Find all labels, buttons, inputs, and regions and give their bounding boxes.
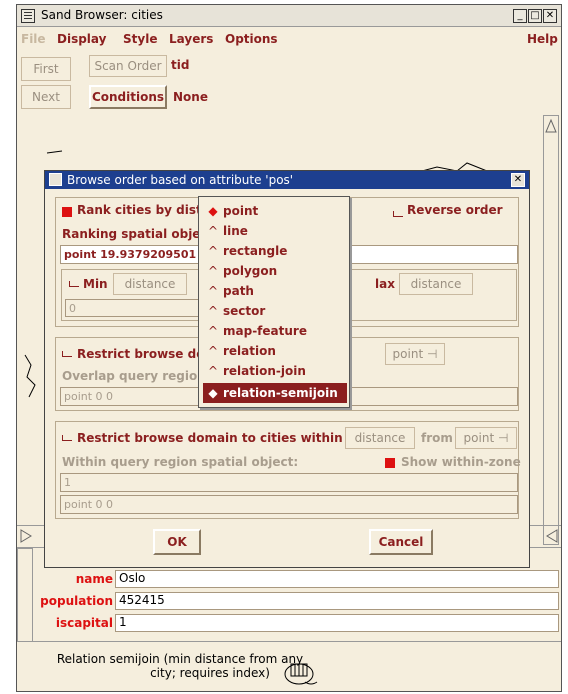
popup-item-label: map-feature [223, 324, 307, 338]
map-vertical-scrollbar[interactable] [543, 115, 559, 545]
unselected-marker-icon: ^ [207, 264, 219, 278]
popup-item-map-feature[interactable]: ^ map-feature [203, 321, 347, 341]
restrict1-checkbox[interactable] [62, 351, 72, 357]
minimize-button[interactable]: _ [513, 9, 527, 23]
max-distance-button[interactable]: distance [399, 273, 473, 295]
popup-item-polygon[interactable]: ^ polygon [203, 261, 347, 281]
title-bar[interactable]: Sand Browser: cities _ □ ✕ [17, 5, 561, 27]
popup-item-line[interactable]: ^ line [203, 221, 347, 241]
popup-item-label: line [223, 224, 248, 238]
reverse-label: Reverse order [407, 203, 503, 217]
unselected-marker-icon: ^ [207, 344, 219, 358]
name-field[interactable]: Oslo [115, 570, 559, 588]
max-label: lax [375, 277, 395, 291]
ok-button[interactable]: OK [153, 529, 201, 555]
window-menu-icon[interactable] [21, 9, 35, 23]
menu-display[interactable]: Display [57, 32, 106, 46]
menu-bar: File Display Style Layers Options Help [17, 28, 561, 50]
from-label: from [421, 431, 453, 445]
min-distance-button[interactable]: distance [113, 273, 187, 295]
window-title: Sand Browser: cities [41, 8, 163, 22]
restrict2-label: Restrict browse domain to cities within [77, 431, 343, 445]
iscapital-field[interactable]: 1 [115, 614, 559, 632]
min-label: Min [83, 277, 108, 291]
unselected-marker-icon: ^ [207, 244, 219, 258]
unselected-marker-icon: ^ [207, 224, 219, 238]
within-label: Within query region spatial object: [62, 455, 299, 469]
reverse-checkbox[interactable] [393, 211, 403, 217]
close-button[interactable]: ✕ [543, 9, 557, 23]
popup-item-label: point [223, 204, 259, 218]
min-checkbox[interactable] [69, 281, 79, 287]
spatial-type-popup: ◆ point ^ line ^ rectangle ^ polygon ^ path ^… [198, 196, 350, 408]
restrict1-from-value: point [392, 347, 424, 361]
scan-order-button[interactable]: Scan Order [89, 55, 167, 77]
status-bar: Relation semijoin (min distance from any… [17, 641, 561, 693]
attribute-scrollbar[interactable] [17, 548, 33, 642]
restrict2-checkbox[interactable] [62, 435, 72, 441]
dialog-close-button[interactable]: ✕ [511, 173, 525, 187]
popup-item-relation[interactable]: ^ relation [203, 341, 347, 361]
unselected-marker-icon: ^ [207, 364, 219, 378]
popup-item-label: rectangle [223, 244, 288, 258]
popup-item-rectangle[interactable]: ^ rectangle [203, 241, 347, 261]
dropdown-arrow-icon: ⊣ [426, 347, 438, 361]
semijoin-relation-icon [284, 663, 318, 685]
show-within-label: Show within-zone [401, 455, 521, 469]
popup-item-label: polygon [223, 264, 278, 278]
name-label: name [75, 572, 113, 586]
popup-item-relation-join[interactable]: ^ relation-join [203, 361, 347, 381]
maximize-button[interactable]: □ [528, 9, 542, 23]
show-within-checkbox[interactable] [385, 458, 395, 468]
popup-item-sector[interactable]: ^ sector [203, 301, 347, 321]
iscapital-label: iscapital [55, 616, 113, 630]
dialog-title-bar[interactable]: Browse order based on attribute 'pos' ✕ [45, 171, 529, 189]
selected-diamond-icon: ◆ [208, 204, 218, 218]
menu-help[interactable]: Help [527, 32, 558, 46]
cancel-button[interactable]: Cancel [369, 529, 433, 555]
dropdown-arrow-icon: ⊣ [497, 431, 509, 445]
menu-options[interactable]: Options [225, 32, 278, 46]
first-button[interactable]: First [21, 57, 71, 81]
restrict2-distance-button[interactable]: distance [345, 427, 415, 449]
popup-item-label: relation-semijoin [223, 386, 338, 400]
ranking-object-label: Ranking spatial object: [62, 227, 219, 241]
within-object-input[interactable]: point 0 0 [60, 495, 518, 514]
popup-item-label: relation-join [223, 364, 306, 378]
population-label: population [40, 594, 113, 608]
within-value-input[interactable]: 1 [60, 473, 518, 492]
unselected-marker-icon: ^ [207, 284, 219, 298]
conditions-value: None [173, 90, 208, 104]
popup-item-label: sector [223, 304, 266, 318]
menu-layers[interactable]: Layers [169, 32, 213, 46]
scan-order-value: tid [171, 58, 190, 72]
unselected-marker-icon: ^ [207, 304, 219, 318]
next-button[interactable]: Next [21, 85, 71, 109]
menu-file[interactable]: File [21, 32, 46, 46]
popup-item-point[interactable]: ◆ point [203, 201, 347, 221]
restrict2-from-value: point [463, 431, 495, 445]
restrict2-from-dropdown[interactable]: point ⊣ [455, 427, 517, 449]
conditions-button[interactable]: Conditions [89, 85, 167, 109]
unselected-marker-icon: ^ [207, 324, 219, 338]
popup-item-label: relation [223, 344, 276, 358]
restrict1-from-dropdown[interactable]: point ⊣ [385, 343, 445, 365]
selected-diamond-icon: ◆ [208, 386, 218, 400]
popup-item-path[interactable]: ^ path [203, 281, 347, 301]
popup-item-relation-semijoin[interactable]: ◆ relation-semijoin [203, 383, 347, 403]
dialog-title: Browse order based on attribute 'pos' [67, 173, 294, 187]
popup-item-label: path [223, 284, 254, 298]
dialog-menu-icon[interactable] [49, 173, 62, 186]
population-field[interactable]: 452415 [115, 592, 559, 610]
rank-checkbox[interactable] [62, 207, 72, 217]
menu-style[interactable]: Style [123, 32, 157, 46]
